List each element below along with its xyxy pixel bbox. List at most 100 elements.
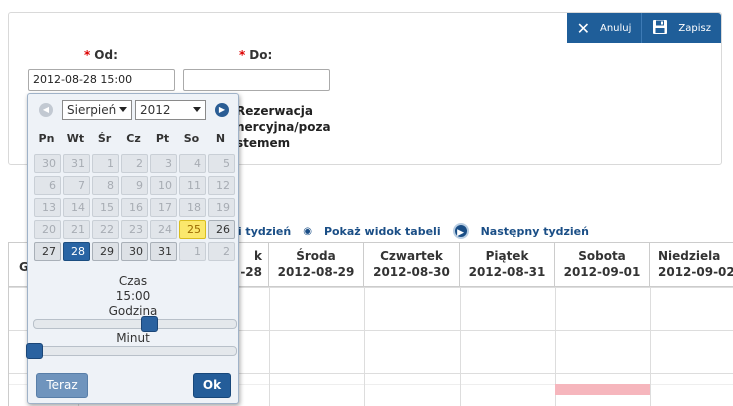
time-value: 15:00 [115,289,151,303]
year-select[interactable]: 2012 [135,100,206,120]
calendar-day[interactable]: 5 [208,154,235,173]
calendar-day[interactable]: 18 [179,198,206,217]
grid-col-line [364,287,365,406]
calendar-day[interactable]: 31 [150,242,177,261]
day-header-wednesday: Środa 2012-08-29 [269,242,364,287]
minute-slider-handle[interactable] [26,343,43,359]
required-mark: * [239,48,246,62]
required-mark: * [84,48,91,62]
weekday-label: Śr [97,132,112,145]
calendar-day[interactable]: 9 [121,176,148,195]
to-label: * Do: [239,48,272,62]
chevron-down-icon [193,107,201,112]
page: { "toolbar": {"cancel_label": "Anuluj", … [0,0,733,406]
grid-col-line [269,287,270,406]
day-name: Środa [296,249,336,263]
previous-week-link[interactable]: ni tydzień [230,225,291,238]
calendar-day[interactable]: 7 [63,176,90,195]
calendar-day[interactable]: 20 [34,220,61,239]
chevron-down-icon [119,107,127,112]
calendar-day[interactable]: 8 [92,176,119,195]
calendar-day[interactable]: 27 [34,242,61,261]
calendar-day[interactable]: 19 [208,198,235,217]
calendar-day[interactable]: 17 [150,198,177,217]
next-month-icon[interactable]: ▶ [215,103,229,117]
day-header-saturday: Sobota 2012-09-01 [555,242,650,287]
calendar-day[interactable]: 1 [179,242,206,261]
from-label: * Od: [84,48,118,62]
weekday-label: Cz [126,132,141,145]
grid-col-line [460,287,461,406]
ok-button[interactable]: Ok [193,373,231,398]
next-week-link[interactable]: Następny tydzień [481,225,589,238]
calendar-day[interactable]: 10 [150,176,177,195]
hour-slider-handle[interactable] [141,316,159,332]
day-name: Czwartek [380,249,443,263]
save-button-label: Zapisz [678,22,711,34]
calendar-day[interactable]: 14 [63,198,90,217]
cancel-button[interactable]: ✕ Anuluj [567,13,642,43]
calendar-day[interactable]: 13 [34,198,61,217]
week-navigation: ni tydzień ◉ Pokaż widok tabeli ▶ Następ… [230,223,601,239]
calendar-day[interactable]: 23 [121,220,148,239]
calendar-day[interactable]: 30 [121,242,148,261]
calendar-day[interactable]: 21 [63,220,90,239]
day-date: 2012-09-02 [658,265,733,279]
calendar-day[interactable]: 24 [150,220,177,239]
month-select[interactable]: Sierpień [62,100,132,120]
hour-label: Godzina [108,304,158,318]
day-date: 2012-08-30 [373,265,450,279]
option-label: Rezerwacja nercyjna/poza stemem [236,103,331,151]
day-header-friday: Piątek 2012-08-31 [460,242,555,287]
calendar-day[interactable]: 2 [121,154,148,173]
day-name: Sobota [578,249,626,263]
calendar-day[interactable]: 26 [208,220,235,239]
to-label-text: Do: [249,48,273,62]
calendar-day[interactable]: 6 [34,176,61,195]
time-label: Czas [118,274,148,288]
grid-col-line [650,287,651,406]
datetime-picker-popup: ◀ Sierpień 2012 ▶ Pn Wt Śr Cz Pt So N 30 31 1 2 3 4… [26,93,239,404]
weekday-label: Pt [155,132,170,145]
calendar-day[interactable]: 16 [121,198,148,217]
day-name: Piątek [485,249,529,263]
option-line-2: nercyjna/poza [236,120,331,134]
calendar-day[interactable]: 22 [92,220,119,239]
save-button[interactable]: Zapisz [641,13,721,43]
weekday-label: N [215,132,226,145]
day-date: 2012-08-31 [468,265,546,279]
form-toolbar: ✕ Anuluj Zapisz [566,13,721,43]
calendar-day[interactable]: 29 [92,242,119,261]
now-button[interactable]: Teraz [36,373,88,398]
calendar-day[interactable]: 2 [208,242,235,261]
calendar-day[interactable]: 31 [63,154,90,173]
day-header-sunday: Niedziela 2012-09-02 [650,242,733,287]
calendar-day[interactable]: 12 [208,176,235,195]
previous-month-icon[interactable]: ◀ [39,103,53,117]
cancel-button-label: Anuluj [600,22,632,34]
reserved-slot[interactable] [555,384,650,395]
to-datetime-input[interactable] [183,69,330,91]
weekday-label: Wt [66,132,85,145]
calendar-day[interactable]: 1 [92,154,119,173]
year-select-value: 2012 [140,103,171,117]
from-datetime-input[interactable]: 2012-08-28 15:00 [28,69,175,91]
floppy-disk-icon [652,19,668,38]
calendar-day[interactable]: 3 [150,154,177,173]
calendar-day[interactable]: 11 [179,176,206,195]
minute-label: Minut [116,331,150,345]
calendar-day[interactable]: 30 [34,154,61,173]
calendar-day[interactable]: 4 [179,154,206,173]
hour-slider[interactable] [33,316,237,332]
calendar-day[interactable]: 15 [92,198,119,217]
grid-col-line [8,287,9,406]
calendar-day[interactable]: 28 [63,242,90,261]
option-line-3: stemem [236,136,291,150]
option-line-1: Rezerwacja [236,104,313,118]
weekday-label: So [183,132,200,145]
calendar-day[interactable]: 25 [179,220,206,239]
table-view-link[interactable]: Pokaż widok tabeli [324,225,441,238]
minute-slider[interactable] [26,343,237,359]
next-arrow-icon[interactable]: ▶ [452,223,469,239]
x-icon: ✕ [576,18,590,38]
